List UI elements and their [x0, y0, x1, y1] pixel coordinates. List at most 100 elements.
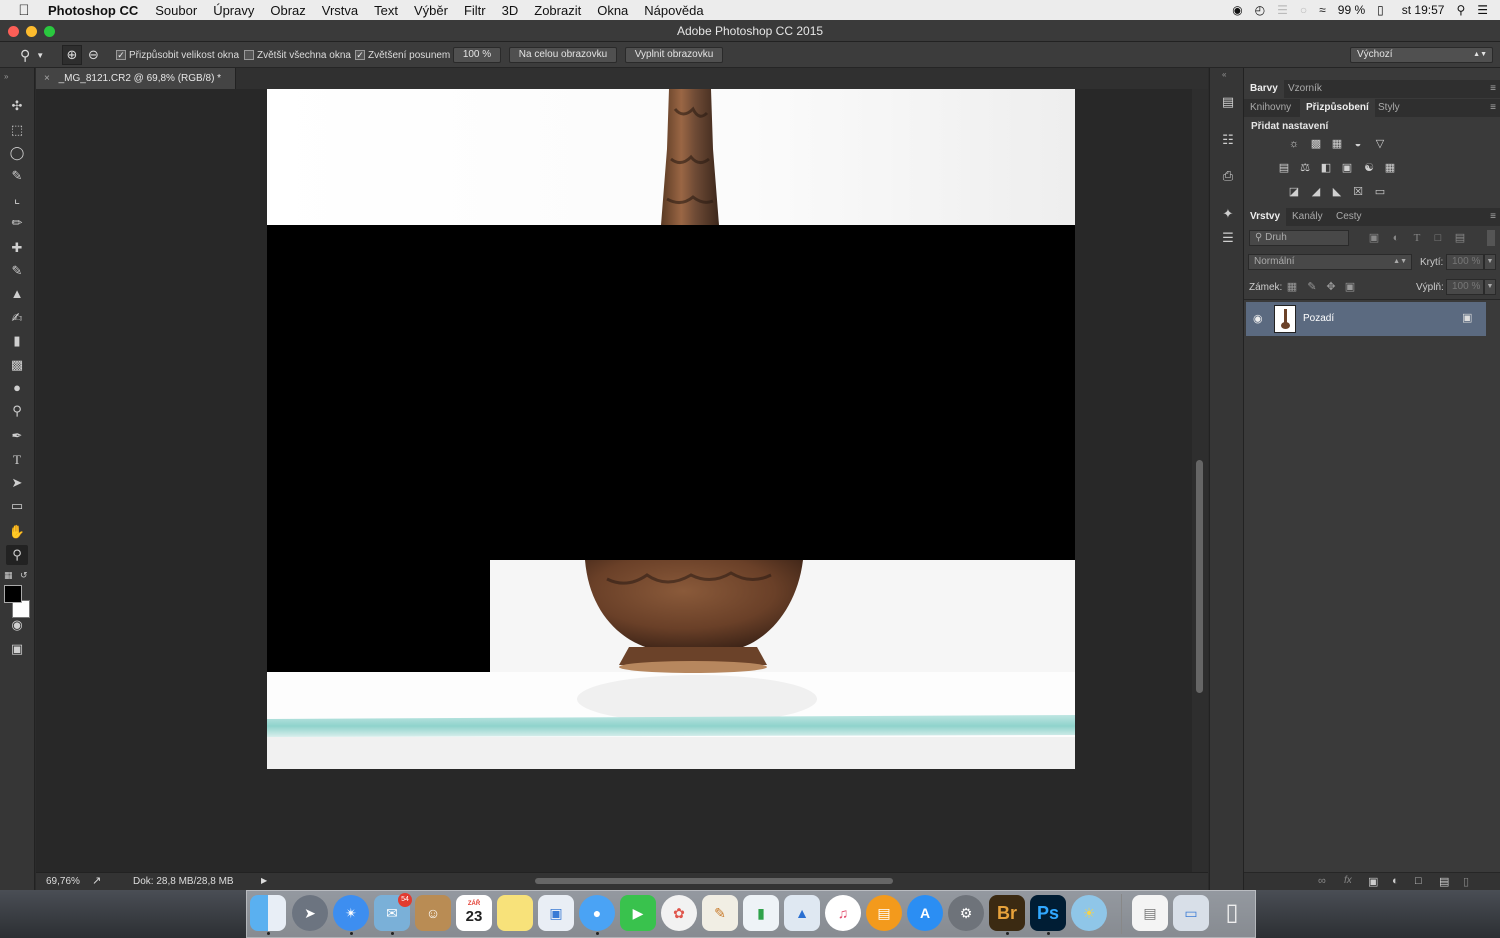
brush-tool-icon[interactable]: ✎	[6, 261, 28, 281]
threshold-icon[interactable]: ◣	[1329, 185, 1345, 199]
visibility-eye-icon[interactable]: ◉	[1253, 312, 1263, 325]
lock-image-icon[interactable]: ✎	[1304, 280, 1320, 294]
trash-icon[interactable]: ▯	[1214, 895, 1250, 931]
history-brush-tool-icon[interactable]: ✍	[6, 308, 28, 328]
fill-dropdown[interactable]: ▼	[1484, 279, 1496, 295]
history-panel-icon[interactable]: ▤	[1218, 92, 1238, 112]
gradient-tool-icon[interactable]: ▩	[6, 355, 28, 375]
tab-adjustments[interactable]: Přizpůsobení	[1300, 99, 1375, 117]
posterize-icon[interactable]: ◢	[1308, 185, 1324, 199]
close-window-button[interactable]	[8, 26, 19, 37]
clone-source-panel-icon[interactable]: ⎙	[1218, 166, 1238, 186]
menu-3d[interactable]: 3D	[502, 3, 519, 18]
menu-layer[interactable]: Vrstva	[322, 3, 358, 18]
documents-stack-icon[interactable]: ▭	[1173, 895, 1209, 931]
path-selection-tool-icon[interactable]: ➤	[6, 473, 28, 493]
facetime-icon[interactable]: ▶	[620, 895, 656, 931]
filter-toggle[interactable]	[1487, 230, 1495, 246]
clock[interactable]: st 19:57	[1402, 3, 1445, 17]
zoom-out-icon[interactable]: ⊖	[88, 42, 99, 68]
menu-filter[interactable]: Filtr	[464, 3, 486, 18]
color-balance-icon[interactable]: ⚖	[1297, 161, 1313, 175]
menu-image[interactable]: Obraz	[270, 3, 305, 18]
downloads-stack-icon[interactable]: ▤	[1132, 895, 1168, 931]
opacity-dropdown[interactable]: ▼	[1484, 254, 1496, 270]
calendar-icon[interactable]: ZÁŘ 23	[456, 895, 492, 931]
fill-input[interactable]: 100 %	[1446, 279, 1484, 295]
eraser-tool-icon[interactable]: ▮	[6, 331, 28, 351]
system-preferences-icon[interactable]: ⚙	[948, 895, 984, 931]
hand-tool-icon[interactable]: ✋	[6, 522, 28, 542]
brush-settings-panel-icon[interactable]: ☰	[1218, 228, 1238, 248]
photos-icon[interactable]: ✿	[661, 895, 697, 931]
filter-pixel-icon[interactable]: ▣	[1366, 231, 1382, 245]
tab-channels[interactable]: Kanály	[1286, 208, 1329, 226]
photo-filter-icon[interactable]: ▣	[1339, 161, 1355, 175]
menu-window[interactable]: Okna	[597, 3, 628, 18]
battery-icon[interactable]: ▯	[1377, 3, 1384, 17]
app-store-icon[interactable]: A	[907, 895, 943, 931]
filter-shape-icon[interactable]: □	[1430, 231, 1446, 245]
invert-icon[interactable]: ◪	[1286, 185, 1302, 199]
tab-libraries[interactable]: Knihovny	[1244, 99, 1297, 117]
screen-mode-icon[interactable]: ▣	[6, 639, 28, 659]
zoom-100-button[interactable]: 100 %	[453, 47, 501, 63]
zoom-in-icon[interactable]: ⊕	[62, 45, 82, 65]
default-colors-icon[interactable]: ▦	[4, 570, 13, 581]
link-layers-icon[interactable]: ∞	[1318, 875, 1326, 887]
trash-icon[interactable]: ▯	[1463, 875, 1469, 888]
brightness-icon[interactable]: ☼	[1286, 137, 1302, 151]
filter-smart-object-icon[interactable]: ▤	[1452, 231, 1468, 245]
apple-icon[interactable]: 	[0, 2, 48, 19]
add-mask-icon[interactable]: ▣	[1368, 875, 1378, 888]
layer-name[interactable]: Pozadí	[1303, 313, 1334, 324]
creative-cloud-icon[interactable]: ◉	[1232, 3, 1242, 17]
swap-colors-icon[interactable]: ↺	[20, 570, 28, 581]
zoom-tool-icon[interactable]: ⚲	[6, 545, 28, 565]
numbers-icon[interactable]: ▮	[743, 895, 779, 931]
lock-position-icon[interactable]: ✥	[1323, 280, 1339, 294]
itunes-icon[interactable]: ♫	[825, 895, 861, 931]
menu-edit[interactable]: Úpravy	[213, 3, 254, 18]
keynote-icon[interactable]: ▲	[784, 895, 820, 931]
color-lookup-icon[interactable]: ▦	[1382, 161, 1398, 175]
expand-panel-icon[interactable]: »	[4, 72, 8, 81]
levels-icon[interactable]: ▩	[1308, 137, 1324, 151]
vibrance-icon[interactable]: ▽	[1372, 137, 1388, 151]
brush-presets-panel-icon[interactable]: ✦	[1218, 204, 1238, 224]
channel-mixer-icon[interactable]: ☯	[1361, 161, 1377, 175]
collapse-panels-icon[interactable]: «	[1222, 70, 1226, 79]
zoom-all-checkbox[interactable]	[244, 50, 254, 60]
tab-swatches[interactable]: Vzorník	[1282, 80, 1328, 98]
hue-saturation-icon[interactable]: ▤	[1276, 161, 1292, 175]
zoom-window-button[interactable]	[44, 26, 55, 37]
messages-status-icon[interactable]: ○	[1300, 3, 1307, 17]
curves-icon[interactable]: ▦	[1329, 137, 1345, 151]
layer-filter-select[interactable]: ⚲ Druh	[1249, 230, 1349, 246]
document-canvas[interactable]	[267, 89, 1075, 769]
lasso-tool-icon[interactable]: ◯	[6, 143, 28, 163]
panel-menu-icon[interactable]: ≡	[1490, 99, 1496, 117]
tab-paths[interactable]: Cesty	[1330, 208, 1368, 226]
workspace-select[interactable]: Výchozí ▲▼	[1350, 47, 1493, 63]
tab-styles[interactable]: Styly	[1372, 99, 1406, 117]
properties-panel-icon[interactable]: ☷	[1218, 130, 1238, 150]
minimize-window-button[interactable]	[26, 26, 37, 37]
filter-adjustment-icon[interactable]: ◐	[1388, 231, 1404, 245]
bridge-icon[interactable]: Br	[989, 895, 1025, 931]
vertical-scroll-thumb[interactable]	[1196, 460, 1203, 693]
black-white-icon[interactable]: ◧	[1318, 161, 1334, 175]
document-tab[interactable]: × _MG_8121.CR2 @ 69,8% (RGB/8) *	[36, 68, 236, 89]
panel-menu-icon[interactable]: ≡	[1490, 80, 1496, 98]
tab-layers[interactable]: Vrstvy	[1244, 208, 1287, 226]
new-group-icon[interactable]: □	[1415, 875, 1422, 887]
filter-type-icon[interactable]: T	[1409, 231, 1425, 245]
opacity-input[interactable]: 100 %	[1446, 254, 1484, 270]
crop-tool-icon[interactable]: ⌞	[6, 189, 28, 209]
pen-tool-icon[interactable]: ✒	[6, 426, 28, 446]
blend-mode-select[interactable]: Normální ▲▼	[1248, 254, 1412, 270]
panel-menu-icon[interactable]: ≡	[1490, 208, 1496, 226]
menu-help[interactable]: Nápověda	[644, 3, 703, 18]
menu-select[interactable]: Výběr	[414, 3, 448, 18]
quick-select-tool-icon[interactable]: ✎	[6, 166, 28, 186]
